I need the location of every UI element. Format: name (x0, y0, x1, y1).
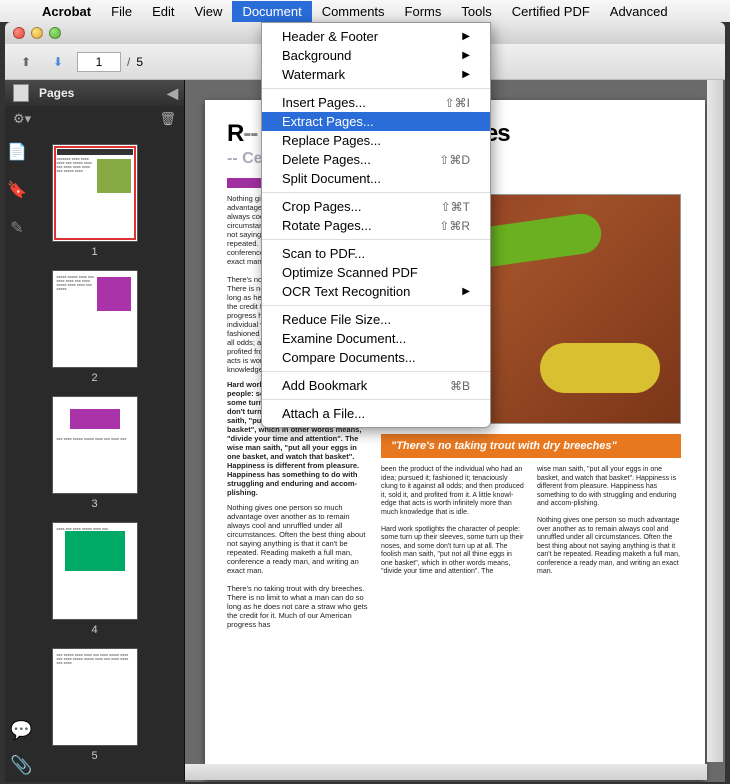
document-menu-dropdown: Header & Footer▶Background▶Watermark▶ Ins… (261, 22, 491, 428)
thumb-label: 2 (5, 370, 184, 390)
window-minimize-icon[interactable] (31, 27, 43, 39)
thumbnail[interactable]: xxxxxxx xxxx xxxx xxxx xxx xxxxx xxxx xx… (52, 144, 138, 242)
menu-item-insert-pages[interactable]: Insert Pages...⇧⌘I (262, 93, 490, 112)
pages-sidebar: Pages ◀ ⚙▾ 🗑 xxxxxxx xxxx xxxx xxxx xxx … (5, 80, 185, 782)
menu-item-compare-documents[interactable]: Compare Documents... (262, 348, 490, 367)
menu-edit[interactable]: Edit (142, 1, 184, 22)
menu-item-add-bookmark[interactable]: Add Bookmark⌘B (262, 376, 490, 395)
trash-icon[interactable]: 🗑 (159, 111, 176, 127)
sidebar-title: Pages (39, 86, 74, 100)
menu-item-examine-document[interactable]: Examine Document... (262, 329, 490, 348)
thumb-label: 4 (5, 622, 184, 642)
sidebar-header: Pages ◀ (5, 80, 184, 106)
menu-certified-pdf[interactable]: Certified PDF (502, 1, 600, 22)
thumbnail-list[interactable]: xxxxxxx xxxx xxxx xxxx xxx xxxxx xxxx xx… (5, 132, 184, 782)
nav-icon-column: 📄 🔖 ✎ (5, 136, 29, 238)
menu-advanced[interactable]: Advanced (600, 1, 678, 22)
menu-item-delete-pages[interactable]: Delete Pages...⇧⌘D (262, 150, 490, 169)
menu-item-background[interactable]: Background▶ (262, 46, 490, 65)
vertical-scrollbar[interactable] (707, 80, 723, 762)
page-number-input[interactable] (77, 52, 121, 72)
options-gear-icon[interactable]: ⚙▾ (13, 111, 31, 127)
close-panel-icon[interactable]: ◀ (167, 85, 178, 102)
menu-tools[interactable]: Tools (451, 1, 501, 22)
horizontal-scrollbar[interactable] (185, 764, 707, 780)
page-icon (13, 84, 29, 102)
menu-comments[interactable]: Comments (312, 1, 395, 22)
next-page-icon[interactable]: ⬇ (45, 51, 71, 73)
menu-item-crop-pages[interactable]: Crop Pages...⇧⌘T (262, 197, 490, 216)
menu-item-replace-pages[interactable]: Replace Pages... (262, 131, 490, 150)
menu-app[interactable]: Acrobat (32, 1, 101, 22)
menu-view[interactable]: View (184, 1, 232, 22)
menubar: Acrobat File Edit View Document Comments… (0, 0, 730, 22)
menu-item-watermark[interactable]: Watermark▶ (262, 65, 490, 84)
window-zoom-icon[interactable] (49, 27, 61, 39)
thumb-label: 1 (5, 244, 184, 264)
comments-icon[interactable]: 💬 (10, 720, 32, 741)
attachments-icon[interactable]: 📎 (10, 755, 32, 776)
text-column-3: wise man saith, "put all your eggs in on… (537, 466, 681, 577)
menu-item-ocr-text-recognition[interactable]: OCR Text Recognition▶ (262, 282, 490, 301)
page-total: 5 (136, 55, 143, 69)
bookmarks-panel-icon[interactable]: 🔖 (7, 180, 27, 200)
menu-item-optimize-scanned-pdf[interactable]: Optimize Scanned PDF (262, 263, 490, 282)
prev-page-icon[interactable]: ⬆ (13, 51, 39, 73)
signatures-panel-icon[interactable]: ✎ (10, 218, 23, 238)
window-close-icon[interactable] (13, 27, 25, 39)
thumbnail[interactable]: xxx xxxxx xxxx xxxx xxx xxxx xxxxx xxxx … (52, 648, 138, 746)
bottom-nav-icons: 💬 📎 (10, 720, 32, 776)
menu-item-split-document[interactable]: Split Document... (262, 169, 490, 188)
thumbnail[interactable]: xxxxx xxxxx xxxx xxx xxxx xxxx xxx xxxx … (52, 270, 138, 368)
menu-item-header-footer[interactable]: Header & Footer▶ (262, 27, 490, 46)
thumb-label: 3 (5, 496, 184, 516)
menu-item-attach-a-file[interactable]: Attach a File... (262, 404, 490, 423)
menu-item-rotate-pages[interactable]: Rotate Pages...⇧⌘R (262, 216, 490, 235)
menu-item-scan-to-pdf[interactable]: Scan to PDF... (262, 244, 490, 263)
text-column-2: been the product of the individual who h… (381, 466, 525, 577)
pages-panel-icon[interactable]: 📄 (7, 142, 27, 162)
menu-item-extract-pages[interactable]: Extract Pages... (262, 112, 490, 131)
menu-document[interactable]: Document (232, 1, 311, 22)
pull-quote: "There's no taking trout with dry breech… (381, 434, 681, 458)
thumbnail[interactable]: xxx xxxx xxxxx xxxxx xxxx xxx xxxx xxx (52, 396, 138, 494)
page-sep: / (127, 55, 130, 69)
sidebar-tools: ⚙▾ 🗑 (5, 106, 184, 132)
menu-file[interactable]: File (101, 1, 142, 22)
thumbnail[interactable]: xxxx xxx xxxx xxxxx xxxx xxx (52, 522, 138, 620)
menu-item-reduce-file-size[interactable]: Reduce File Size... (262, 310, 490, 329)
menu-forms[interactable]: Forms (395, 1, 452, 22)
